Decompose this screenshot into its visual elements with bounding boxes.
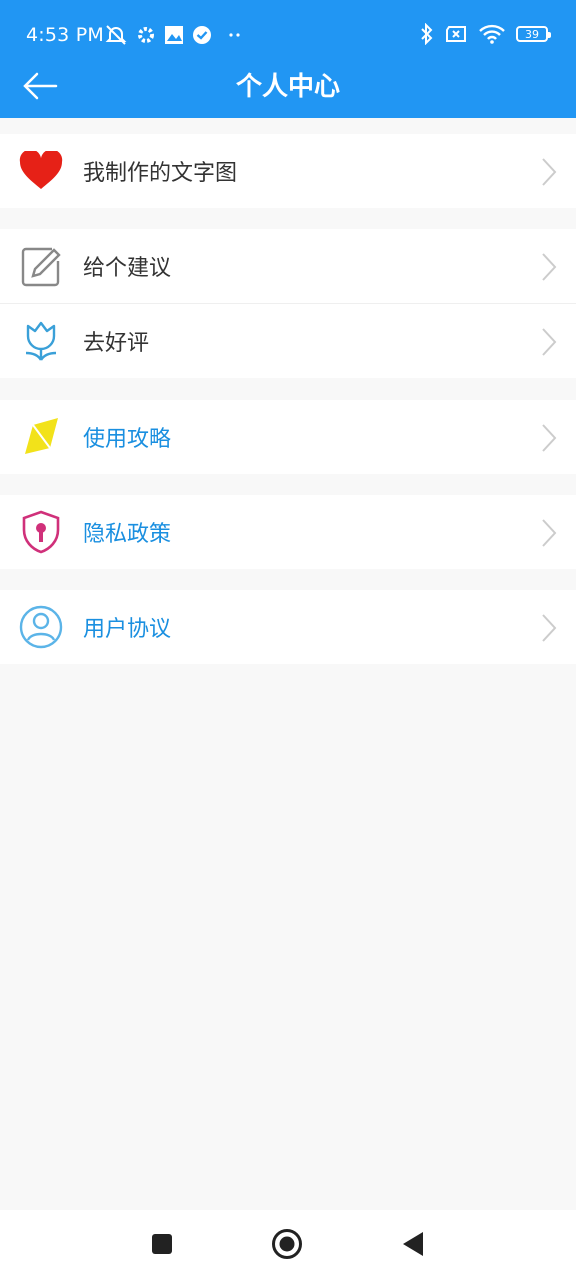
- app-header: 个人中心: [0, 70, 576, 118]
- menu-label: 给个建议: [83, 256, 172, 281]
- check-circle-icon: [192, 25, 212, 45]
- menu-item-agreement[interactable]: 用户协议: [0, 590, 576, 664]
- chevron-right-icon: [540, 518, 558, 552]
- wifi-icon: [478, 23, 506, 45]
- recents-square-icon: [150, 1232, 174, 1260]
- edit-icon: [19, 244, 63, 288]
- mute-icon: [104, 23, 128, 47]
- sim-off-icon: [444, 24, 468, 44]
- chevron-right-icon: [540, 157, 558, 191]
- menu-item-privacy[interactable]: 隐私政策: [0, 495, 576, 569]
- menu-group-agreement: 用户协议: [0, 590, 576, 664]
- system-nav-bar: [0, 1210, 576, 1280]
- menu-group-privacy: 隐私政策: [0, 495, 576, 569]
- menu-label: 用户协议: [83, 617, 172, 642]
- menu-label: 去好评: [83, 331, 150, 356]
- recents-button[interactable]: [146, 1230, 178, 1262]
- menu-group-works: 我制作的文字图: [0, 134, 576, 208]
- back-nav-button[interactable]: [396, 1230, 428, 1262]
- menu-item-guide[interactable]: 使用攻略: [0, 400, 576, 474]
- home-button[interactable]: [271, 1228, 303, 1264]
- home-circle-icon: [271, 1228, 303, 1264]
- chevron-right-icon: [540, 423, 558, 457]
- menu-item-my-text-images[interactable]: 我制作的文字图: [0, 134, 576, 208]
- chevron-right-icon: [540, 613, 558, 647]
- shield-lock-icon: [19, 510, 63, 554]
- status-time: 4:53 PM: [26, 24, 104, 46]
- menu-label: 我制作的文字图: [83, 161, 238, 186]
- status-bar: 4:53 PM 39: [0, 0, 576, 70]
- user-circle-icon: [19, 605, 63, 649]
- menu-item-rate[interactable]: 去好评: [0, 303, 576, 378]
- menu-group-guide: 使用攻略: [0, 400, 576, 474]
- bluetooth-icon: [420, 23, 434, 45]
- kite-icon: [19, 415, 63, 459]
- chevron-right-icon: [540, 327, 558, 361]
- heart-icon: [19, 149, 63, 193]
- gallery-icon: [164, 25, 184, 45]
- menu-item-feedback[interactable]: 给个建议: [0, 229, 576, 303]
- battery-level: 39: [525, 27, 539, 41]
- battery-icon: 39: [516, 26, 551, 42]
- gear-icon: [136, 25, 156, 45]
- menu-label: 隐私政策: [83, 522, 172, 547]
- tulip-icon: [19, 319, 63, 363]
- back-triangle-icon: [399, 1230, 425, 1262]
- chevron-right-icon: [540, 252, 558, 286]
- menu-group-feedback: 给个建议 去好评: [0, 229, 576, 378]
- menu-label: 使用攻略: [83, 427, 172, 452]
- page-title: 个人中心: [235, 72, 340, 102]
- more-dots-icon: [228, 25, 242, 45]
